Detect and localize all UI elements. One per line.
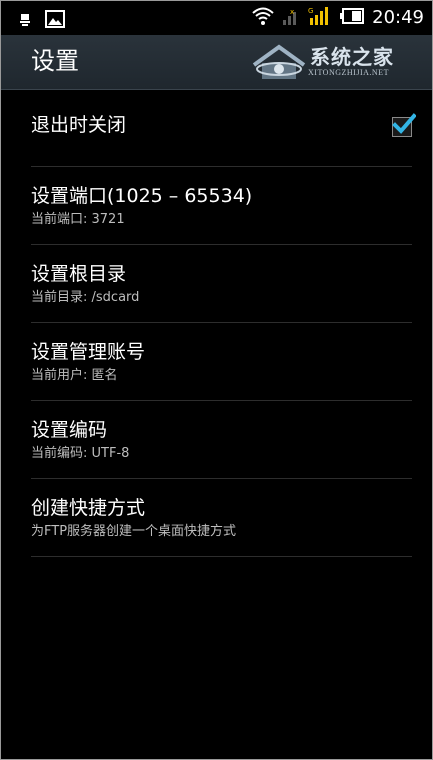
setting-admin-account[interactable]: 设置管理账号 当前用户: 匿名 [31, 323, 412, 401]
setting-summary: 当前目录: /sdcard [31, 290, 140, 305]
watermark-logo: 系统之家 XITONGZHIJIA.NET [250, 41, 410, 85]
setting-summary: 当前用户: 匿名 [31, 368, 118, 383]
setting-title: 退出时关闭 [31, 114, 127, 136]
setting-title: 设置编码 [31, 419, 108, 441]
setting-encoding[interactable]: 设置编码 当前编码: UTF-8 [31, 401, 412, 479]
svg-text:x: x [290, 8, 294, 16]
image-notification-icon [45, 10, 65, 32]
setting-close-on-exit[interactable]: 退出时关闭 [31, 90, 417, 167]
setting-root-directory[interactable]: 设置根目录 当前目录: /sdcard [31, 245, 412, 323]
setting-create-shortcut[interactable]: 创建快捷方式 为FTP服务器创建一个桌面快捷方式 [31, 479, 412, 557]
watermark-subtitle: XITONGZHIJIA.NET [308, 68, 389, 77]
setting-title: 设置管理账号 [31, 341, 146, 363]
setting-title: 设置端口(1025 – 65534) [31, 185, 253, 207]
status-bar: x G 20:49 [1, 1, 432, 35]
setting-title: 设置根目录 [31, 263, 127, 285]
page-title: 设置 [31, 47, 79, 75]
svg-text:G: G [308, 7, 313, 15]
setting-summary: 为FTP服务器创建一个桌面快捷方式 [31, 524, 237, 539]
app-window: x G 20:49 设置 系统之家 XITONGZHIJIA.NET 退出时关闭… [0, 0, 433, 760]
setting-summary: 当前端口: 3721 [31, 212, 125, 227]
status-time: 20:49 [372, 7, 424, 28]
action-bar: 设置 系统之家 XITONGZHIJIA.NET [1, 35, 432, 90]
house-logo-icon [250, 43, 308, 87]
wifi-icon [252, 6, 274, 30]
battery-icon [340, 8, 365, 28]
setting-title: 创建快捷方式 [31, 497, 146, 519]
settings-list: 退出时关闭 设置端口(1025 – 65534) 当前端口: 3721 设置根目… [1, 90, 432, 557]
signal-dual-icon: G [308, 6, 332, 30]
watermark-title: 系统之家 [310, 45, 394, 69]
checkmark-icon [392, 113, 417, 141]
setting-port[interactable]: 设置端口(1025 – 65534) 当前端口: 3721 [31, 167, 412, 245]
close-on-exit-checkbox[interactable] [392, 113, 417, 137]
usb-debug-icon [19, 12, 31, 31]
signal-icon: x [282, 6, 300, 30]
setting-summary: 当前编码: UTF-8 [31, 446, 130, 461]
